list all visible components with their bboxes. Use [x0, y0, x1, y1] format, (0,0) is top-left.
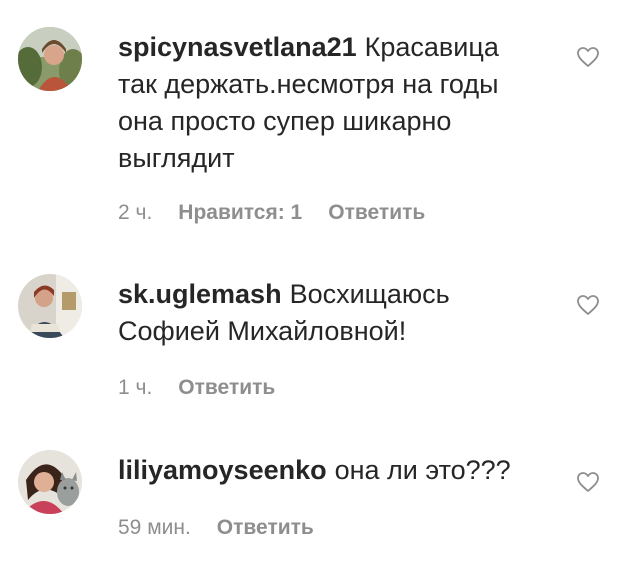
comment-body: liliyamoyseenko она ли это??? [118, 452, 538, 489]
comment-text: она ли это??? [334, 455, 511, 485]
comment-meta: 59 мин. Ответить [118, 516, 340, 540]
comment-body: spicynasvetlana21 Красавица так держать.н… [118, 29, 538, 177]
reply-button[interactable]: Ответить [217, 516, 314, 539]
comment-username[interactable]: spicynasvetlana21 [118, 32, 357, 62]
comment-time: 59 мин. [118, 516, 191, 539]
comment-time: 1 ч. [118, 376, 153, 399]
avatar-photo-icon [18, 450, 82, 514]
comment-meta: 2 ч. Нравится: 1 Ответить [118, 201, 451, 225]
heart-outline-icon[interactable] [576, 293, 600, 317]
avatar-photo-icon [18, 27, 82, 91]
avatar-photo-icon [18, 274, 82, 338]
avatar[interactable] [18, 450, 82, 514]
comment-likes[interactable]: Нравится: 1 [178, 201, 302, 224]
heart-outline-icon[interactable] [576, 470, 600, 494]
comment-meta: 1 ч. Ответить [118, 376, 301, 400]
comment-body: sk.uglemash Восхищаюсь Софией Михайловной… [118, 276, 538, 350]
avatar[interactable] [18, 27, 82, 91]
reply-button[interactable]: Ответить [178, 376, 275, 399]
comment-username[interactable]: sk.uglemash [118, 279, 282, 309]
comment-username[interactable]: liliyamoyseenko [118, 455, 327, 485]
reply-button[interactable]: Ответить [328, 201, 425, 224]
comment-time: 2 ч. [118, 201, 153, 224]
heart-outline-icon[interactable] [576, 45, 600, 69]
avatar[interactable] [18, 274, 82, 338]
